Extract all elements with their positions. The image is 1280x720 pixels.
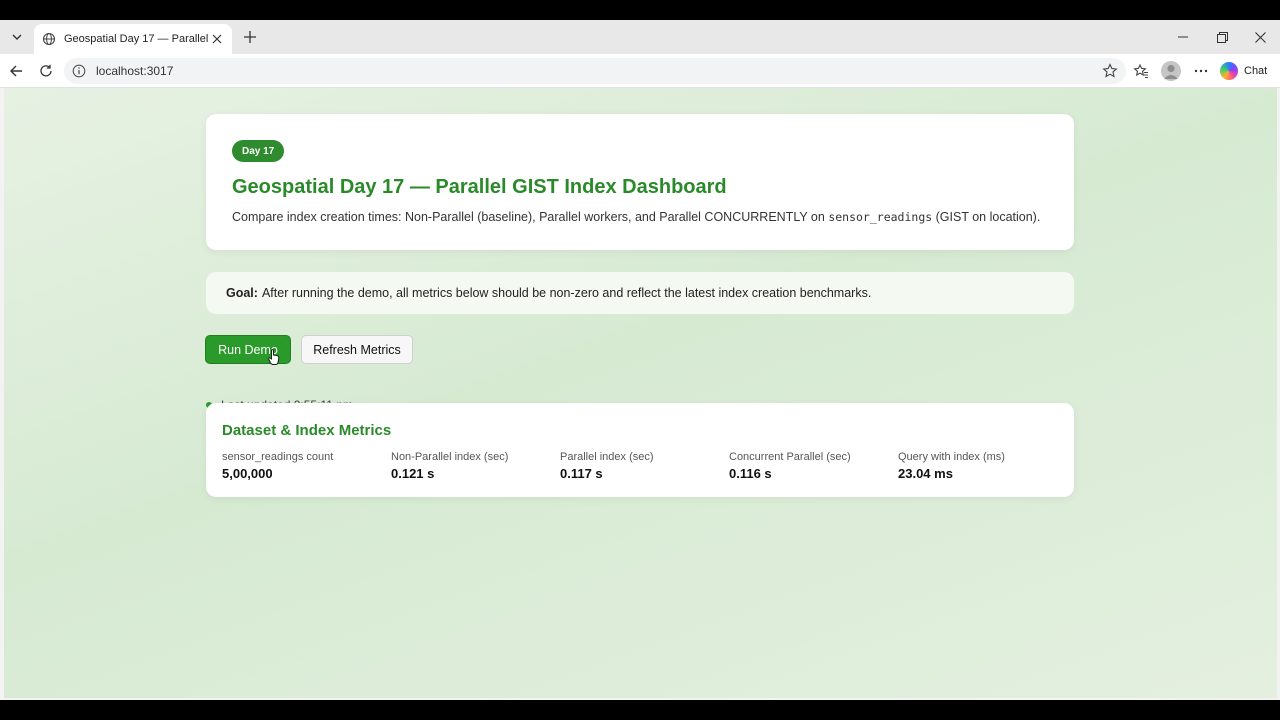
metric-value: 5,00,000 — [222, 466, 273, 481]
tab-close-icon[interactable] — [210, 32, 224, 46]
address-bar[interactable]: localhost:3017 — [64, 58, 1126, 84]
reload-icon[interactable] — [34, 59, 58, 83]
active-tab[interactable]: Geospatial Day 17 — Parallel GIST — [34, 24, 232, 54]
subtitle-table-code: sensor_readings — [828, 210, 933, 224]
new-tab-plus-icon[interactable] — [240, 27, 260, 47]
goal-label: Goal: — [226, 286, 258, 300]
goal-callout: Goal: After running the demo, all metric… — [206, 272, 1074, 314]
browser-window: Geospatial Day 17 — Parallel GIST — [0, 20, 1280, 700]
metric-item: Concurrent Parallel (sec) 0.116 s — [729, 451, 889, 481]
browser-toolbar: localhost:3017 Chat — [0, 54, 1280, 88]
subtitle-text-end: (GIST on location). — [932, 210, 1041, 224]
restore-icon[interactable] — [1211, 26, 1233, 48]
minimize-icon[interactable] — [1172, 26, 1194, 48]
globe-icon — [42, 32, 56, 46]
tab-strip: Geospatial Day 17 — Parallel GIST — [0, 20, 1280, 54]
metrics-title: Dataset & Index Metrics — [222, 422, 392, 439]
copilot-chat-button[interactable]: Chat — [1220, 59, 1274, 83]
page-title: Geospatial Day 17 — Parallel GIST Index … — [232, 176, 727, 198]
metric-value: 0.121 s — [391, 466, 435, 481]
refresh-metrics-button[interactable]: Refresh Metrics — [301, 335, 413, 364]
tab-list-chevron-icon[interactable] — [6, 26, 28, 48]
back-arrow-icon[interactable] — [4, 59, 28, 83]
more-options-icon[interactable] — [1189, 59, 1213, 83]
metrics-card: Dataset & Index Metrics sensor_readings … — [206, 403, 1074, 497]
url-text: localhost:3017 — [96, 64, 174, 78]
metric-label: Query with index (ms) — [898, 451, 1005, 463]
site-info-icon[interactable] — [72, 64, 86, 78]
metric-label: Parallel index (sec) — [560, 451, 654, 463]
chat-label: Chat — [1244, 65, 1268, 77]
favorite-star-icon[interactable] — [1102, 63, 1118, 79]
hand-cursor-icon — [268, 349, 280, 365]
metric-value: 0.117 s — [560, 466, 603, 481]
header-card: Day 17 Geospatial Day 17 — Parallel GIST… — [206, 114, 1074, 250]
metric-value: 23.04 ms — [898, 466, 953, 481]
metric-item: sensor_readings count 5,00,000 — [222, 451, 382, 481]
metric-item: Non-Parallel index (sec) 0.121 s — [391, 451, 551, 481]
page-subtitle: Compare index creation times: Non-Parall… — [232, 210, 1040, 224]
subtitle-text: Compare index creation times: Non-Parall… — [232, 210, 829, 224]
favorites-collection-icon[interactable] — [1129, 59, 1153, 83]
metric-item: Parallel index (sec) 0.117 s — [560, 451, 720, 481]
tab-title: Geospatial Day 17 — Parallel GIST — [64, 33, 210, 45]
close-window-icon[interactable] — [1249, 26, 1271, 48]
page-viewport: Day 17 Geospatial Day 17 — Parallel GIST… — [4, 88, 1277, 698]
metric-label: Concurrent Parallel (sec) — [729, 451, 851, 463]
goal-text: After running the demo, all metrics belo… — [261, 286, 872, 300]
copilot-logo-icon — [1220, 62, 1238, 80]
day-badge: Day 17 — [232, 140, 285, 162]
profile-avatar[interactable] — [1161, 61, 1181, 81]
metric-item: Query with index (ms) 23.04 ms — [898, 451, 1058, 481]
metric-label: sensor_readings count — [222, 451, 334, 463]
metric-value: 0.116 s — [729, 466, 772, 481]
metric-label: Non-Parallel index (sec) — [391, 451, 509, 463]
